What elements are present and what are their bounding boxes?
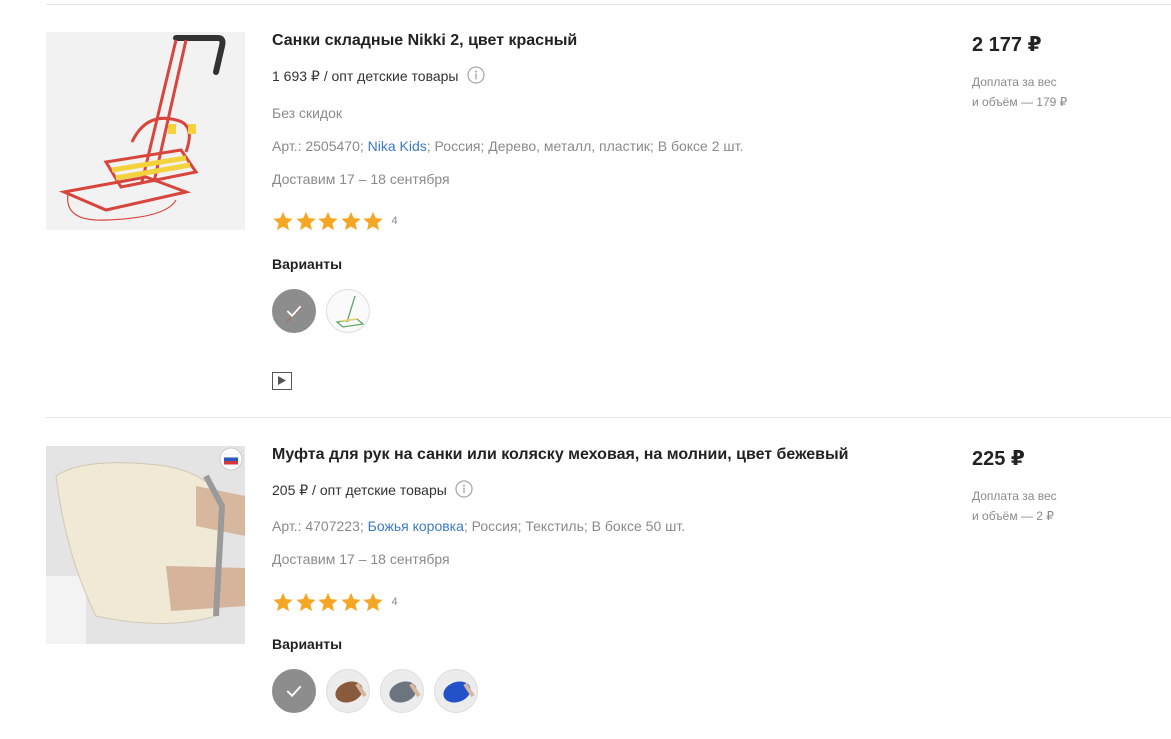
variants-list (272, 669, 488, 713)
star-icon (295, 211, 316, 231)
delivery-date: Доставим 17 – 18 сентября (272, 551, 450, 567)
sled-image (46, 32, 245, 230)
rating-stars[interactable]: 4 (272, 210, 398, 232)
variants-label: Варианты (272, 636, 343, 652)
star-icon (273, 592, 293, 612)
brand-link[interactable]: Nika Kids (368, 138, 427, 154)
price: 2 177 ₽ (972, 34, 1042, 56)
info-icon[interactable] (466, 66, 485, 87)
surcharge-line-2: и объём — 2 ₽ (972, 509, 1054, 523)
delivery-date: Доставим 17 – 18 сентября (272, 171, 450, 187)
product-image-muff[interactable] (46, 446, 245, 644)
surcharge-line-1: Доплата за вес (972, 75, 1057, 89)
rating-stars[interactable]: 4 (272, 591, 398, 613)
star-icon (318, 211, 338, 231)
variant-swatch-blue[interactable] (434, 669, 478, 713)
muff-grey-image (389, 681, 421, 703)
product-attributes: Арт.: 4707223; Божья коровка; Россия; Те… (272, 518, 685, 534)
surcharge-line-2: и объём — 179 ₽ (972, 95, 1068, 109)
attributes-text: ; Россия; Дерево, металл, пластик; В бок… (426, 138, 744, 154)
variants-list (272, 289, 380, 333)
article-number: Арт.: 4707223; (272, 518, 364, 534)
wholesale-price: 1 693 ₽ / опт детские товары (272, 66, 485, 87)
sled-variant-image (335, 295, 365, 328)
top-divider (46, 4, 1171, 5)
product-card-muff: Муфта для рук на санки или коляску мехов… (0, 446, 1171, 739)
product-title[interactable]: Муфта для рук на санки или коляску мехов… (272, 446, 848, 464)
rating-count: 4 (391, 596, 398, 608)
weight-surcharge: Доплата за вес и объём — 2 ₽ (972, 486, 1092, 526)
variant-swatch-beige[interactable] (272, 669, 316, 713)
variant-swatch-red[interactable] (272, 289, 316, 333)
product-attributes: Арт.: 2505470; Nika Kids; Россия; Дерево… (272, 138, 743, 154)
check-icon (285, 305, 303, 324)
product-divider (46, 417, 1171, 418)
star-icon (363, 592, 383, 612)
rating-count: 4 (391, 215, 398, 227)
variant-swatch-brown[interactable] (326, 669, 370, 713)
product-card-sled: Санки складные Nikki 2, цвет красный 1 6… (0, 32, 1171, 402)
star-icon (340, 211, 361, 231)
wholesale-price-text: 1 693 ₽ / опт детские товары (272, 68, 459, 84)
product-image-sled[interactable] (46, 32, 245, 230)
discount-text: Без скидок (272, 105, 342, 121)
wholesale-price: 205 ₽ / опт детские товары (272, 480, 473, 501)
info-icon[interactable] (455, 480, 473, 501)
product-title[interactable]: Санки складные Nikki 2, цвет красный (272, 32, 577, 50)
star-icon (363, 211, 383, 231)
play-video-icon[interactable] (272, 372, 292, 390)
variants-label: Варианты (272, 256, 343, 272)
price: 225 ₽ (972, 448, 1025, 470)
star-icon (295, 592, 316, 612)
variant-swatch-green[interactable] (326, 289, 370, 333)
variant-swatch-grey[interactable] (380, 669, 424, 713)
article-number: Арт.: 2505470; (272, 138, 364, 154)
weight-surcharge: Доплата за вес и объём — 179 ₽ (972, 72, 1092, 112)
muff-blue-image (443, 681, 475, 703)
muff-image (46, 446, 245, 644)
wholesale-price-text: 205 ₽ / опт детские товары (272, 482, 447, 498)
star-icon (273, 211, 293, 231)
brand-link[interactable]: Божья коровка (368, 518, 464, 534)
check-icon (286, 685, 302, 698)
star-icon (340, 592, 361, 612)
star-icon (318, 592, 338, 612)
attributes-text: ; Россия; Текстиль; В боксе 50 шт. (463, 518, 686, 534)
surcharge-line-1: Доплата за вес (972, 489, 1057, 503)
muff-brown-image (335, 681, 367, 703)
